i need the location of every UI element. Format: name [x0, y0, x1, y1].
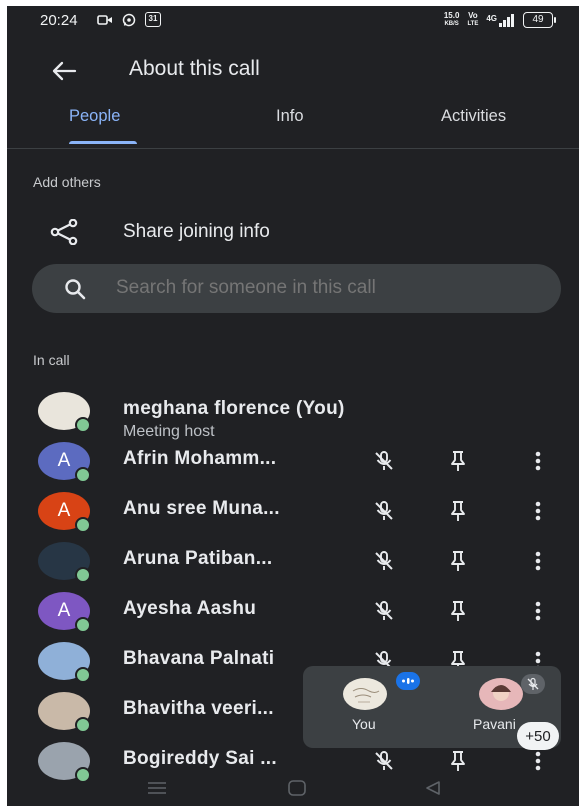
- calendar-day: 31: [148, 14, 158, 23]
- self-avatar: [343, 678, 387, 710]
- more-options-icon[interactable]: [525, 598, 551, 624]
- more-options-icon[interactable]: [525, 448, 551, 474]
- search-icon: [64, 278, 86, 305]
- participant-avatar: [38, 642, 91, 683]
- online-status-dot: [75, 567, 91, 583]
- participant-row[interactable]: A Anu sree Muna...: [7, 492, 579, 542]
- more-options-icon[interactable]: [525, 748, 551, 774]
- online-status-dot: [75, 467, 91, 483]
- back-button[interactable]: [47, 54, 81, 88]
- share-icon: [49, 218, 79, 250]
- participant-name: Afrin Mohamm...: [123, 448, 277, 469]
- system-nav-bar: [7, 772, 579, 806]
- pin-participant-icon[interactable]: [445, 498, 471, 524]
- mute-participant-icon[interactable]: [371, 748, 397, 774]
- tab-bar: People Info Activities: [7, 102, 579, 149]
- pavani-muted-icon: [521, 674, 545, 694]
- avatar-initial: A: [57, 450, 71, 471]
- share-joining-info-button[interactable]: Share joining info: [7, 211, 579, 253]
- participant-avatar: A: [38, 442, 91, 483]
- avatar-initial: A: [57, 600, 71, 621]
- notification-icons: 31: [97, 12, 161, 27]
- tab-people[interactable]: People: [69, 107, 120, 126]
- online-status-dot: [75, 717, 91, 733]
- self-tile[interactable]: You: [303, 666, 431, 748]
- participant-row[interactable]: A Afrin Mohamm...: [7, 442, 579, 492]
- more-options-icon[interactable]: [525, 548, 551, 574]
- menu-nav-icon[interactable]: [147, 780, 167, 801]
- whatsapp-icon: [122, 13, 136, 27]
- calendar-icon: 31: [145, 12, 161, 27]
- signal-icon: 4G: [486, 13, 515, 27]
- status-bar: 20:24 31 15.0 KB/S Vo LTE 4G 49: [7, 6, 579, 36]
- participant-row[interactable]: Aruna Patiban...: [7, 542, 579, 592]
- participant-avatar: A: [38, 592, 91, 633]
- pin-participant-icon[interactable]: [445, 448, 471, 474]
- mute-participant-icon[interactable]: [371, 448, 397, 474]
- network-type: 4G: [486, 13, 497, 23]
- participant-name: Bogireddy Sai ...: [123, 748, 277, 769]
- participant-role: Meeting host: [123, 423, 215, 440]
- mute-participant-icon[interactable]: [371, 598, 397, 624]
- page-title: About this call: [129, 57, 260, 80]
- back-arrow-icon: [52, 61, 77, 81]
- more-options-icon[interactable]: [525, 498, 551, 524]
- online-status-dot: [75, 517, 91, 533]
- search-input[interactable]: [116, 277, 536, 299]
- app-bar: About this call: [7, 46, 579, 94]
- active-tab-indicator: [69, 141, 137, 144]
- battery-indicator: 49: [523, 12, 556, 28]
- speaking-indicator-icon: [396, 672, 420, 690]
- participant-avatar: A: [38, 492, 91, 533]
- avatar-initial: A: [57, 500, 71, 521]
- status-time: 20:24: [40, 12, 78, 29]
- participant-name: Bhavana Palnati: [123, 648, 275, 669]
- pavani-tile-label: Pavani: [473, 716, 516, 732]
- pavani-avatar: [479, 678, 523, 710]
- participant-name: Bhavitha veeri...: [123, 698, 274, 719]
- participant-search[interactable]: [32, 264, 561, 313]
- self-tile-label: You: [352, 716, 376, 732]
- video-notification-icon: [97, 14, 113, 26]
- participant-name: Ayesha Aashu: [123, 598, 257, 619]
- network-speed: 15.0 KB/S: [443, 11, 460, 28]
- participant-name: Aruna Patiban...: [123, 548, 273, 569]
- participant-avatar: [38, 692, 91, 733]
- participant-name: Anu sree Muna...: [123, 498, 280, 519]
- tab-activities[interactable]: Activities: [441, 107, 506, 126]
- more-participants-badge[interactable]: +50: [517, 722, 559, 750]
- status-right-cluster: 15.0 KB/S Vo LTE 4G 49: [443, 11, 556, 28]
- in-call-heading: In call: [33, 352, 70, 368]
- online-status-dot: [75, 667, 91, 683]
- mute-participant-icon[interactable]: [371, 548, 397, 574]
- home-nav-icon[interactable]: [288, 780, 306, 801]
- pin-participant-icon[interactable]: [445, 748, 471, 774]
- phone-screen: 20:24 31 15.0 KB/S Vo LTE 4G 49 About th…: [7, 6, 579, 806]
- participant-name: meghana florence (You): [123, 398, 345, 419]
- share-joining-info-label: Share joining info: [123, 221, 270, 242]
- participant-avatar: [38, 392, 91, 433]
- volte-indicator: Vo LTE: [467, 11, 479, 28]
- mute-participant-icon[interactable]: [371, 498, 397, 524]
- back-nav-icon[interactable]: [425, 780, 441, 801]
- pin-participant-icon[interactable]: [445, 548, 471, 574]
- pin-participant-icon[interactable]: [445, 598, 471, 624]
- participant-row[interactable]: meghana florence (You) Meeting host: [7, 392, 579, 442]
- tab-info[interactable]: Info: [276, 107, 304, 126]
- online-status-dot: [75, 617, 91, 633]
- add-others-heading: Add others: [33, 174, 101, 190]
- participant-row[interactable]: A Ayesha Aashu: [7, 592, 579, 642]
- participant-avatar: [38, 542, 91, 583]
- online-status-dot: [75, 417, 91, 433]
